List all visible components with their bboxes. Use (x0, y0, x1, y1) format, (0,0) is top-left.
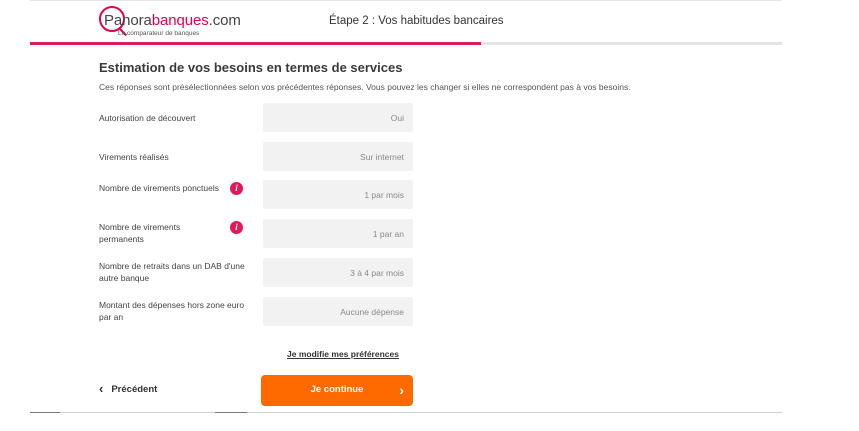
form-row-transfers-channel: Virements réalisés Sur internet (99, 142, 414, 172)
field-label: Nombre de retraits dans un DAB d'une aut… (99, 261, 245, 283)
bottom-divider (30, 412, 782, 413)
field-label: Virements réalisés (99, 152, 169, 162)
form-row-one-off-transfers: Nombre de virements ponctuels i 1 par mo… (99, 180, 414, 210)
form-row-overdraft: Autorisation de découvert Oui (99, 103, 414, 133)
continue-button[interactable]: Je continue › (261, 375, 413, 406)
field-value: 1 par an (372, 228, 404, 239)
field-label: Montant des dépenses hors zone euro par … (99, 300, 245, 322)
chevron-left-icon: ‹ (99, 381, 104, 396)
field-value: 3 à 4 par mois (350, 267, 404, 278)
overdraft-select[interactable]: Oui (263, 103, 413, 132)
continue-button-label: Je continue (310, 384, 364, 395)
previous-button-label: Précédent (111, 383, 158, 395)
field-value: Sur internet (360, 151, 404, 162)
form-row-standing-transfers: Nombre de virements permanents i 1 par a… (99, 219, 414, 249)
top-divider (30, 0, 782, 1)
progress-bar (30, 42, 782, 45)
atm-withdrawals-select[interactable]: 3 à 4 par mois (263, 258, 413, 287)
step-title: Étape 2 : Vos habitudes bancaires (329, 15, 504, 27)
field-value: Aucune dépense (340, 306, 404, 317)
transfers-channel-select[interactable]: Sur internet (263, 142, 413, 171)
bottom-divider-accent (30, 412, 60, 413)
one-off-transfers-select[interactable]: 1 par mois (263, 180, 413, 209)
progress-bar-fill (30, 42, 482, 45)
non-euro-spending-select[interactable]: Aucune dépense (263, 297, 413, 326)
field-value: Oui (390, 112, 404, 123)
logo-wordmark: Panorabanques.com (104, 12, 241, 29)
field-label: Nombre de virements ponctuels (99, 183, 220, 193)
previous-button[interactable]: ‹ Précédent (99, 381, 158, 396)
bottom-divider-accent (215, 412, 247, 413)
field-label: Autorisation de découvert (99, 113, 196, 123)
field-value: 1 par mois (364, 189, 404, 200)
section-title: Estimation de vos besoins en termes de s… (99, 60, 403, 75)
form-row-non-euro-spending: Montant des dépenses hors zone euro par … (99, 297, 414, 327)
standing-transfers-select[interactable]: 1 par an (263, 219, 413, 248)
logo-tagline: Le comparateur de banques (118, 30, 200, 37)
chevron-right-icon: › (399, 382, 404, 398)
info-icon[interactable]: i (230, 182, 243, 195)
field-label: Nombre de virements permanents (99, 222, 181, 244)
info-icon[interactable]: i (230, 221, 243, 234)
section-subtitle: Ces réponses sont présélectionnées selon… (99, 82, 631, 92)
modify-preferences-link[interactable]: Je modifie mes préférences (287, 349, 399, 359)
form-row-atm-withdrawals: Nombre de retraits dans un DAB d'une aut… (99, 258, 414, 288)
